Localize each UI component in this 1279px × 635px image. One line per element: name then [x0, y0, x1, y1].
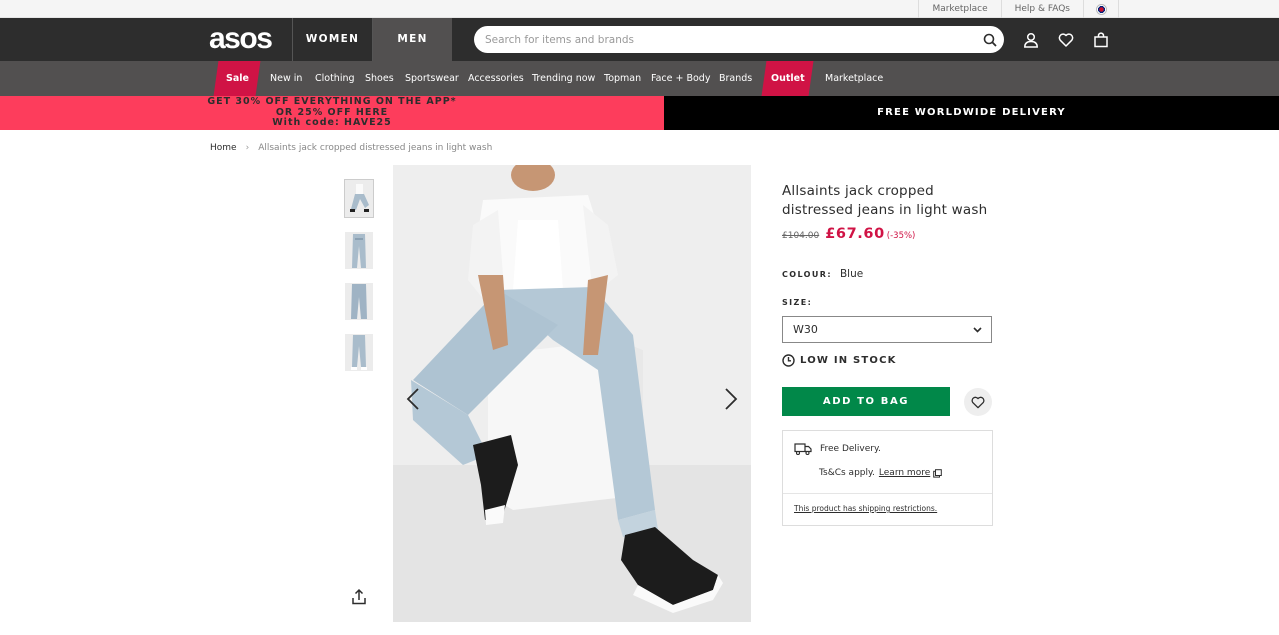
nav-item-clothing[interactable]: Clothing: [315, 61, 355, 96]
breadcrumb-current: Allsaints jack cropped distressed jeans …: [258, 143, 493, 153]
breadcrumb-home[interactable]: Home: [210, 143, 237, 153]
size-dropdown[interactable]: W30: [782, 316, 992, 343]
account-button[interactable]: [1021, 30, 1041, 50]
share-button[interactable]: [350, 588, 368, 606]
nav-item-topman[interactable]: Topman: [604, 61, 641, 96]
bag-button[interactable]: [1091, 30, 1111, 50]
thumbnail-2[interactable]: [345, 232, 373, 269]
country-selector[interactable]: [1083, 0, 1119, 18]
utility-links: Marketplace Help & FAQs: [918, 0, 1119, 18]
product-thumbnail-image: [345, 232, 373, 269]
breadcrumb-separator: ›: [245, 143, 250, 153]
chevron-left-icon: [406, 388, 419, 410]
marketplace-link[interactable]: Marketplace: [918, 0, 1000, 18]
search-bar: [474, 26, 1004, 53]
asos-logo[interactable]: asos: [209, 22, 273, 56]
next-image-button[interactable]: [721, 385, 741, 413]
tab-women[interactable]: WOMEN: [292, 18, 372, 61]
add-to-bag-button[interactable]: ADD TO BAG: [782, 387, 950, 416]
price-row: £104.00 £67.60 (-35%): [782, 226, 915, 242]
product-photo: [393, 165, 751, 622]
bag-icon: [1094, 32, 1108, 48]
flag-icon: [1095, 3, 1107, 15]
thumbnail-3[interactable]: [345, 283, 373, 320]
site-header: asos WOMEN MEN: [0, 18, 1279, 61]
nav-item-accessories[interactable]: Accessories: [468, 61, 524, 96]
nav-item-brands[interactable]: Brands: [719, 61, 752, 96]
delivery-info-box: Free Delivery. Ts&Cs apply. Learn more T…: [782, 430, 993, 526]
heart-icon: [1058, 33, 1074, 47]
external-link-icon: [933, 468, 943, 478]
shipping-restrictions-link[interactable]: This product has shipping restrictions.: [794, 504, 937, 513]
share-icon: [352, 588, 366, 605]
free-delivery-text: Free Delivery.: [820, 444, 881, 454]
stock-status: LOW IN STOCK: [782, 354, 897, 367]
colour-value: Blue: [839, 268, 864, 280]
free-delivery-banner[interactable]: FREE WORLDWIDE DELIVERY: [664, 96, 1279, 130]
product-thumbnail-image: [345, 283, 373, 320]
product-main-image[interactable]: [393, 165, 751, 622]
chevron-right-icon: [725, 388, 738, 410]
help-faqs-link[interactable]: Help & FAQs: [1000, 0, 1083, 18]
heart-icon: [971, 396, 985, 408]
product-title: Allsaints jack cropped distressed jeans …: [782, 183, 988, 218]
nav-item-sportswear[interactable]: Sportswear: [405, 61, 459, 96]
nav-item-marketplace[interactable]: Marketplace: [825, 61, 883, 96]
terms-row: Ts&Cs apply. Learn more: [819, 468, 943, 478]
tab-men[interactable]: MEN: [372, 18, 452, 61]
divider: [783, 493, 992, 494]
selected-size: W30: [793, 323, 818, 336]
clock-icon: [782, 354, 795, 367]
nav-item-sale[interactable]: Sale: [213, 61, 261, 96]
delivery-truck-icon: [794, 443, 812, 455]
search-button[interactable]: [976, 26, 1004, 53]
product-thumbnail-image: [345, 180, 373, 217]
search-icon: [983, 33, 997, 47]
breadcrumb: Home › Allsaints jack cropped distressed…: [210, 143, 492, 153]
app-discount-banner[interactable]: GET 30% OFF EVERYTHING ON THE APP* OR 25…: [0, 96, 664, 130]
product-thumbnail-image: [345, 334, 373, 371]
nav-item-outlet[interactable]: Outlet: [761, 61, 814, 96]
stock-text: LOW IN STOCK: [800, 355, 897, 366]
utility-bar: Marketplace Help & FAQs: [0, 0, 1279, 18]
learn-more-link[interactable]: Learn more: [879, 468, 930, 478]
promo-line-1: GET 30% OFF EVERYTHING ON THE APP*: [207, 96, 457, 107]
colour-row: COLOUR: Blue: [782, 268, 863, 280]
category-nav: Sale New in Clothing Shoes Sportswear Ac…: [0, 61, 1279, 96]
saved-items-button[interactable]: [1056, 30, 1076, 50]
search-input[interactable]: [485, 33, 976, 46]
nav-item-trending-now[interactable]: Trending now: [532, 61, 595, 96]
terms-text: Ts&Cs apply.: [819, 468, 875, 478]
chevron-down-icon: [973, 326, 982, 333]
previous-image-button[interactable]: [403, 385, 423, 413]
original-price: £104.00: [782, 231, 820, 241]
save-for-later-button[interactable]: [964, 388, 992, 416]
free-delivery-row: Free Delivery.: [794, 443, 881, 455]
nav-item-face-body[interactable]: Face + Body: [651, 61, 710, 96]
promo-code: With code: HAVE25: [272, 117, 392, 128]
account-icon: [1024, 32, 1038, 48]
nav-item-shoes[interactable]: Shoes: [365, 61, 394, 96]
nav-item-new-in[interactable]: New in: [270, 61, 302, 96]
size-label: SIZE:: [782, 298, 813, 307]
thumbnail-4[interactable]: [345, 334, 373, 371]
thumbnail-1[interactable]: [344, 179, 374, 218]
discount-percent: (-35%): [886, 231, 916, 241]
sale-price: £67.60: [825, 226, 885, 242]
colour-label: COLOUR:: [782, 270, 832, 279]
